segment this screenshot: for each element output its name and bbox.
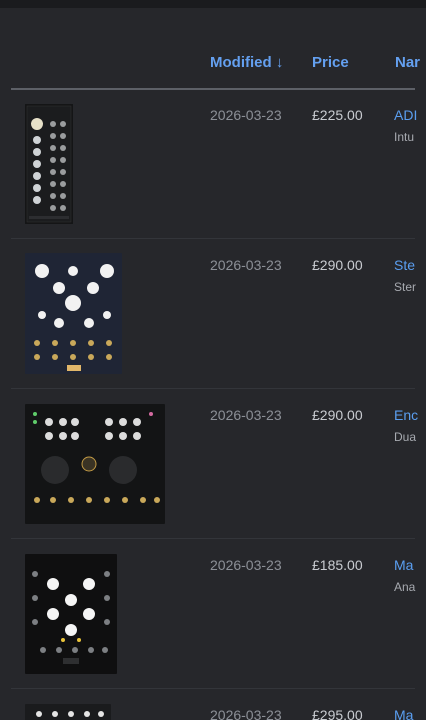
row-divider <box>11 238 415 239</box>
table-row[interactable]: 2026-03-23 £290.00 Ste Ster <box>0 240 426 388</box>
top-bar <box>0 0 426 8</box>
product-name-link[interactable]: Ste <box>394 257 426 273</box>
column-header-modified[interactable]: Modified ↓ <box>210 54 283 71</box>
price: £295.00 <box>312 707 363 720</box>
product-name-link[interactable]: Enc <box>394 407 426 423</box>
product-thumbnail[interactable] <box>25 104 73 224</box>
price: £290.00 <box>312 407 363 423</box>
product-thumbnail[interactable] <box>25 253 122 374</box>
column-header-price[interactable]: Price <box>312 54 349 71</box>
row-divider <box>11 388 415 389</box>
table-row[interactable]: 2026-03-23 £290.00 Enc Dua <box>0 390 426 538</box>
column-header-name[interactable]: Nar <box>395 54 420 71</box>
manufacturer: Ster <box>394 280 417 294</box>
manufacturer: Intu <box>394 130 415 144</box>
table-header <box>0 8 426 90</box>
product-thumbnail[interactable] <box>25 704 111 720</box>
price: £185.00 <box>312 557 363 573</box>
row-divider <box>11 688 415 689</box>
price: £225.00 <box>312 107 363 123</box>
table-row[interactable]: 2026-03-23 £225.00 ADI Intu <box>0 90 426 238</box>
product-thumbnail[interactable] <box>25 404 165 524</box>
price: £290.00 <box>312 257 363 273</box>
product-name-link[interactable]: ADI <box>394 107 426 123</box>
modified-date: 2026-03-23 <box>210 407 282 423</box>
table-row[interactable]: 2026-03-23 £295.00 Ma <box>0 690 426 720</box>
modified-date: 2026-03-23 <box>210 107 282 123</box>
row-divider <box>11 538 415 539</box>
product-thumbnail[interactable] <box>25 554 117 674</box>
modified-date: 2026-03-23 <box>210 257 282 273</box>
manufacturer: Dua <box>394 430 417 444</box>
product-name-link[interactable]: Ma <box>394 707 426 720</box>
modified-date: 2026-03-23 <box>210 557 282 573</box>
manufacturer: Ana <box>394 580 416 594</box>
table-row[interactable]: 2026-03-23 £185.00 Ma Ana <box>0 540 426 688</box>
product-name-link[interactable]: Ma <box>394 557 426 573</box>
modified-date: 2026-03-23 <box>210 707 282 720</box>
